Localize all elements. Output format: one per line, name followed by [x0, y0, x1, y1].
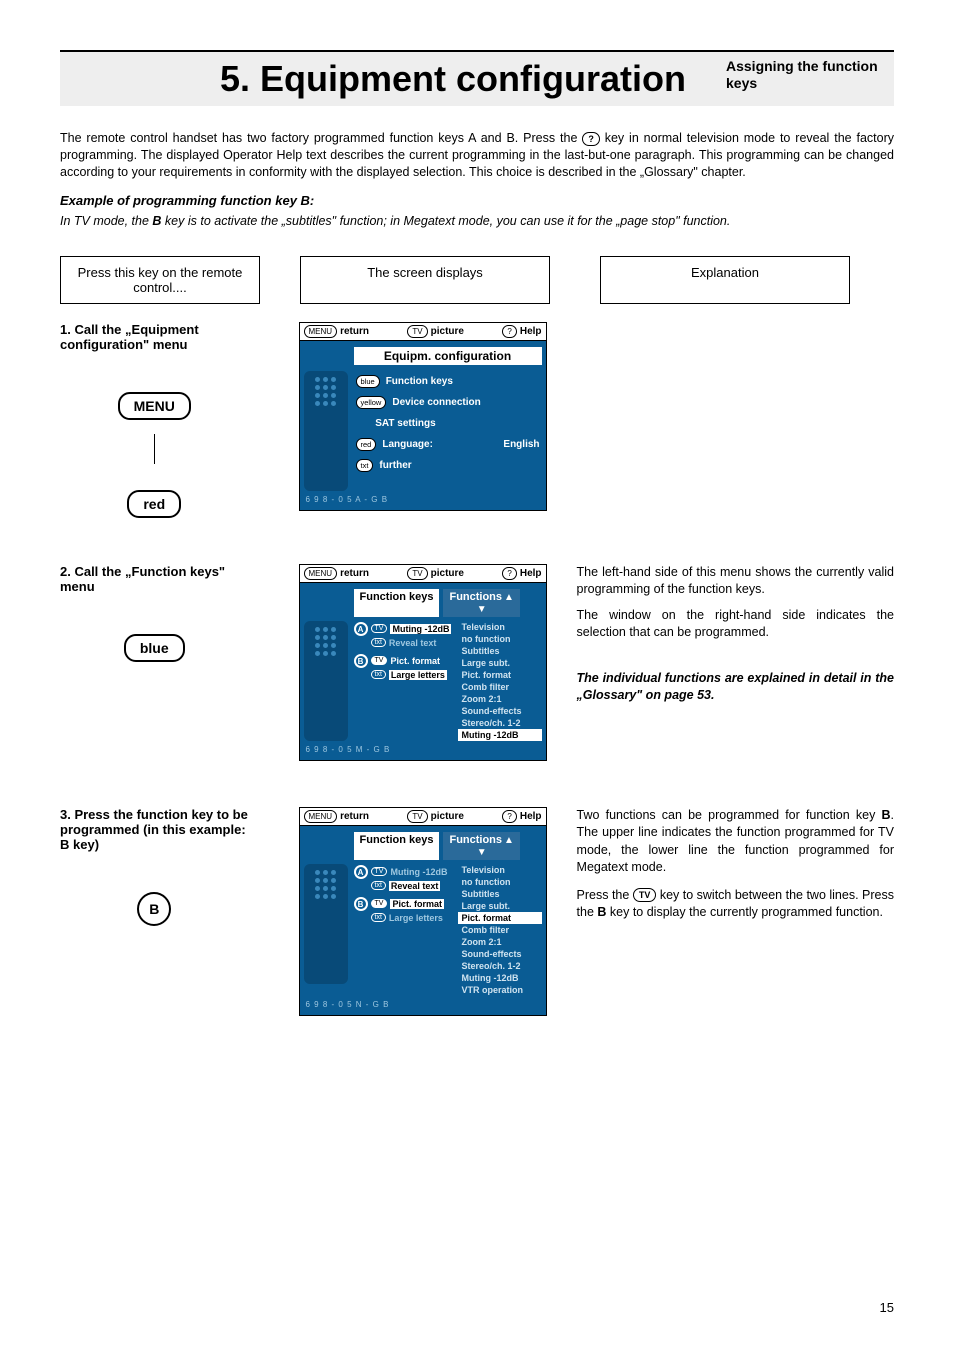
screen1-code: 6 9 8 - 0 5 A - G B — [304, 491, 542, 504]
intro-paragraph: The remote control handset has two facto… — [60, 130, 894, 181]
example-header: Example of programming function key B: — [60, 193, 894, 208]
step-2: 2. Call the „Function keys" menu blue ME… — [60, 564, 894, 761]
arrow-icon — [154, 434, 155, 464]
remote-graphic-icon — [304, 371, 348, 491]
step2-exp-2: The window on the right-hand side indica… — [577, 607, 894, 642]
panel-function-keys: Function keys — [354, 589, 440, 617]
step3-exp-2: Press the TV key to switch between the t… — [577, 887, 894, 922]
title-banner: 5. Equipment configuration Assigning the… — [60, 50, 894, 106]
panel-function-keys: Function keys — [354, 832, 440, 860]
screen2-code: 6 9 8 - 0 5 M - G B — [304, 741, 542, 754]
step2-label: 2. Call the „Function keys" menu — [60, 564, 249, 594]
remote-graphic-icon — [304, 621, 348, 741]
remote-graphic-icon — [304, 864, 348, 984]
tv-key-icon: TV — [633, 888, 657, 902]
page-number: 15 — [880, 1300, 894, 1315]
step2-exp-1: The left-hand side of this menu shows th… — [577, 564, 894, 599]
column-headers: Press this key on the remote control....… — [60, 256, 894, 304]
page-subtitle: Assigning the function keys — [726, 58, 886, 92]
blue-key: blue — [124, 634, 185, 662]
example-line: In TV mode, the B key is to activate the… — [60, 214, 894, 228]
panel-functions: Functions▲▼ — [443, 589, 519, 617]
step2-exp-3: The individual functions are explained i… — [577, 670, 894, 705]
step1-label: 1. Call the „Equipment configuration" me… — [60, 322, 249, 352]
col-header-left: Press this key on the remote control.... — [60, 256, 260, 304]
col-header-right: Explanation — [600, 256, 850, 304]
step3-label: 3. Press the function key to be programm… — [60, 807, 249, 852]
b-key: B — [137, 892, 171, 926]
page-title: 5. Equipment configuration — [68, 58, 726, 100]
question-key-icon: ? — [582, 132, 600, 146]
screen-3: MENU return TV picture ? Help Function k… — [299, 807, 547, 1016]
red-key: red — [127, 490, 181, 518]
screen3-code: 6 9 8 - 0 5 N - G B — [304, 996, 542, 1009]
panel-functions: Functions▲▼ — [443, 832, 519, 860]
step-3: 3. Press the function key to be programm… — [60, 807, 894, 1016]
step-1: 1. Call the „Equipment configuration" me… — [60, 322, 894, 518]
col-header-mid: The screen displays — [300, 256, 550, 304]
menu-key: MENU — [118, 392, 191, 420]
screen-header: MENU return TV picture ? Help — [300, 323, 546, 341]
screen-2: MENU return TV picture ? Help Function k… — [299, 564, 547, 761]
functions-list: Television no function Subtitles Large s… — [458, 864, 542, 996]
menu-items: blueFunction keys yellowDevice connectio… — [354, 371, 542, 491]
screen-1: MENU return TV picture ? Help Equipm. co… — [299, 322, 547, 511]
step3-exp-1: Two functions can be programmed for func… — [577, 807, 894, 877]
screen1-title: Equipm. configuration — [354, 347, 542, 365]
functions-list: Television no function Subtitles Large s… — [458, 621, 542, 741]
